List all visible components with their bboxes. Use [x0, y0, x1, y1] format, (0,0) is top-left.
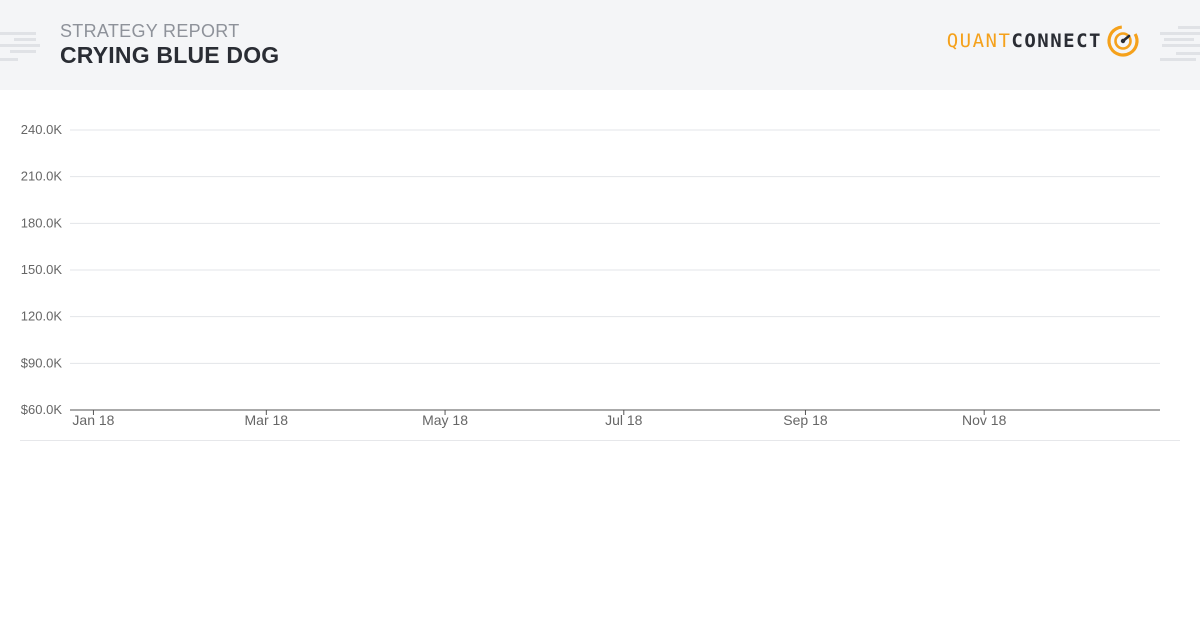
y-tick-label: 240.0K [21, 122, 63, 137]
chart-bottom-divider [20, 440, 1180, 441]
logo-text-primary: QUANT [946, 30, 1012, 52]
header-decoration-right [1160, 24, 1200, 64]
report-subtitle: STRATEGY REPORT [60, 21, 240, 41]
strategy-title: CRYING BLUE DOG [60, 42, 280, 68]
chart-gridlines [70, 129, 1160, 364]
report-header: STRATEGY REPORT CRYING BLUE DOG QUANT CO… [0, 0, 1200, 90]
y-tick-label: $60.0K [21, 402, 63, 417]
quantconnect-logo: QUANT CONNECT [947, 24, 1140, 58]
y-tick-label: 120.0K [21, 309, 63, 324]
chart-y-axis: $60.0K $90.0K 120.0K 150.0K 180.0K 210.0K 240.… [21, 122, 63, 417]
quantconnect-logo-icon [1107, 25, 1139, 57]
x-tick-label: Jul 18 [605, 412, 643, 428]
equity-chart: $60.0K $90.0K 120.0K 150.0K 180.0K 210.0K 240.… [0, 90, 1200, 450]
y-tick-label: 150.0K [21, 262, 63, 277]
header-decoration-left [0, 24, 40, 64]
x-tick-label: Nov 18 [962, 412, 1007, 428]
equity-chart-svg: $60.0K $90.0K 120.0K 150.0K 180.0K 210.0K 240.… [21, 122, 1160, 428]
y-tick-label: 210.0K [21, 169, 63, 184]
y-tick-label: 180.0K [21, 215, 63, 230]
x-tick-label: Sep 18 [783, 412, 828, 428]
y-tick-label: $90.0K [21, 355, 63, 370]
x-tick-label: Mar 18 [245, 412, 289, 428]
logo-text-secondary: CONNECT [1011, 30, 1102, 52]
chart-x-axis: Jan 18 Mar 18 May 18 Jul 18 Sep 18 Nov 18 [70, 409, 1160, 428]
x-tick-label: May 18 [422, 412, 468, 428]
x-tick-label: Jan 18 [72, 412, 114, 428]
